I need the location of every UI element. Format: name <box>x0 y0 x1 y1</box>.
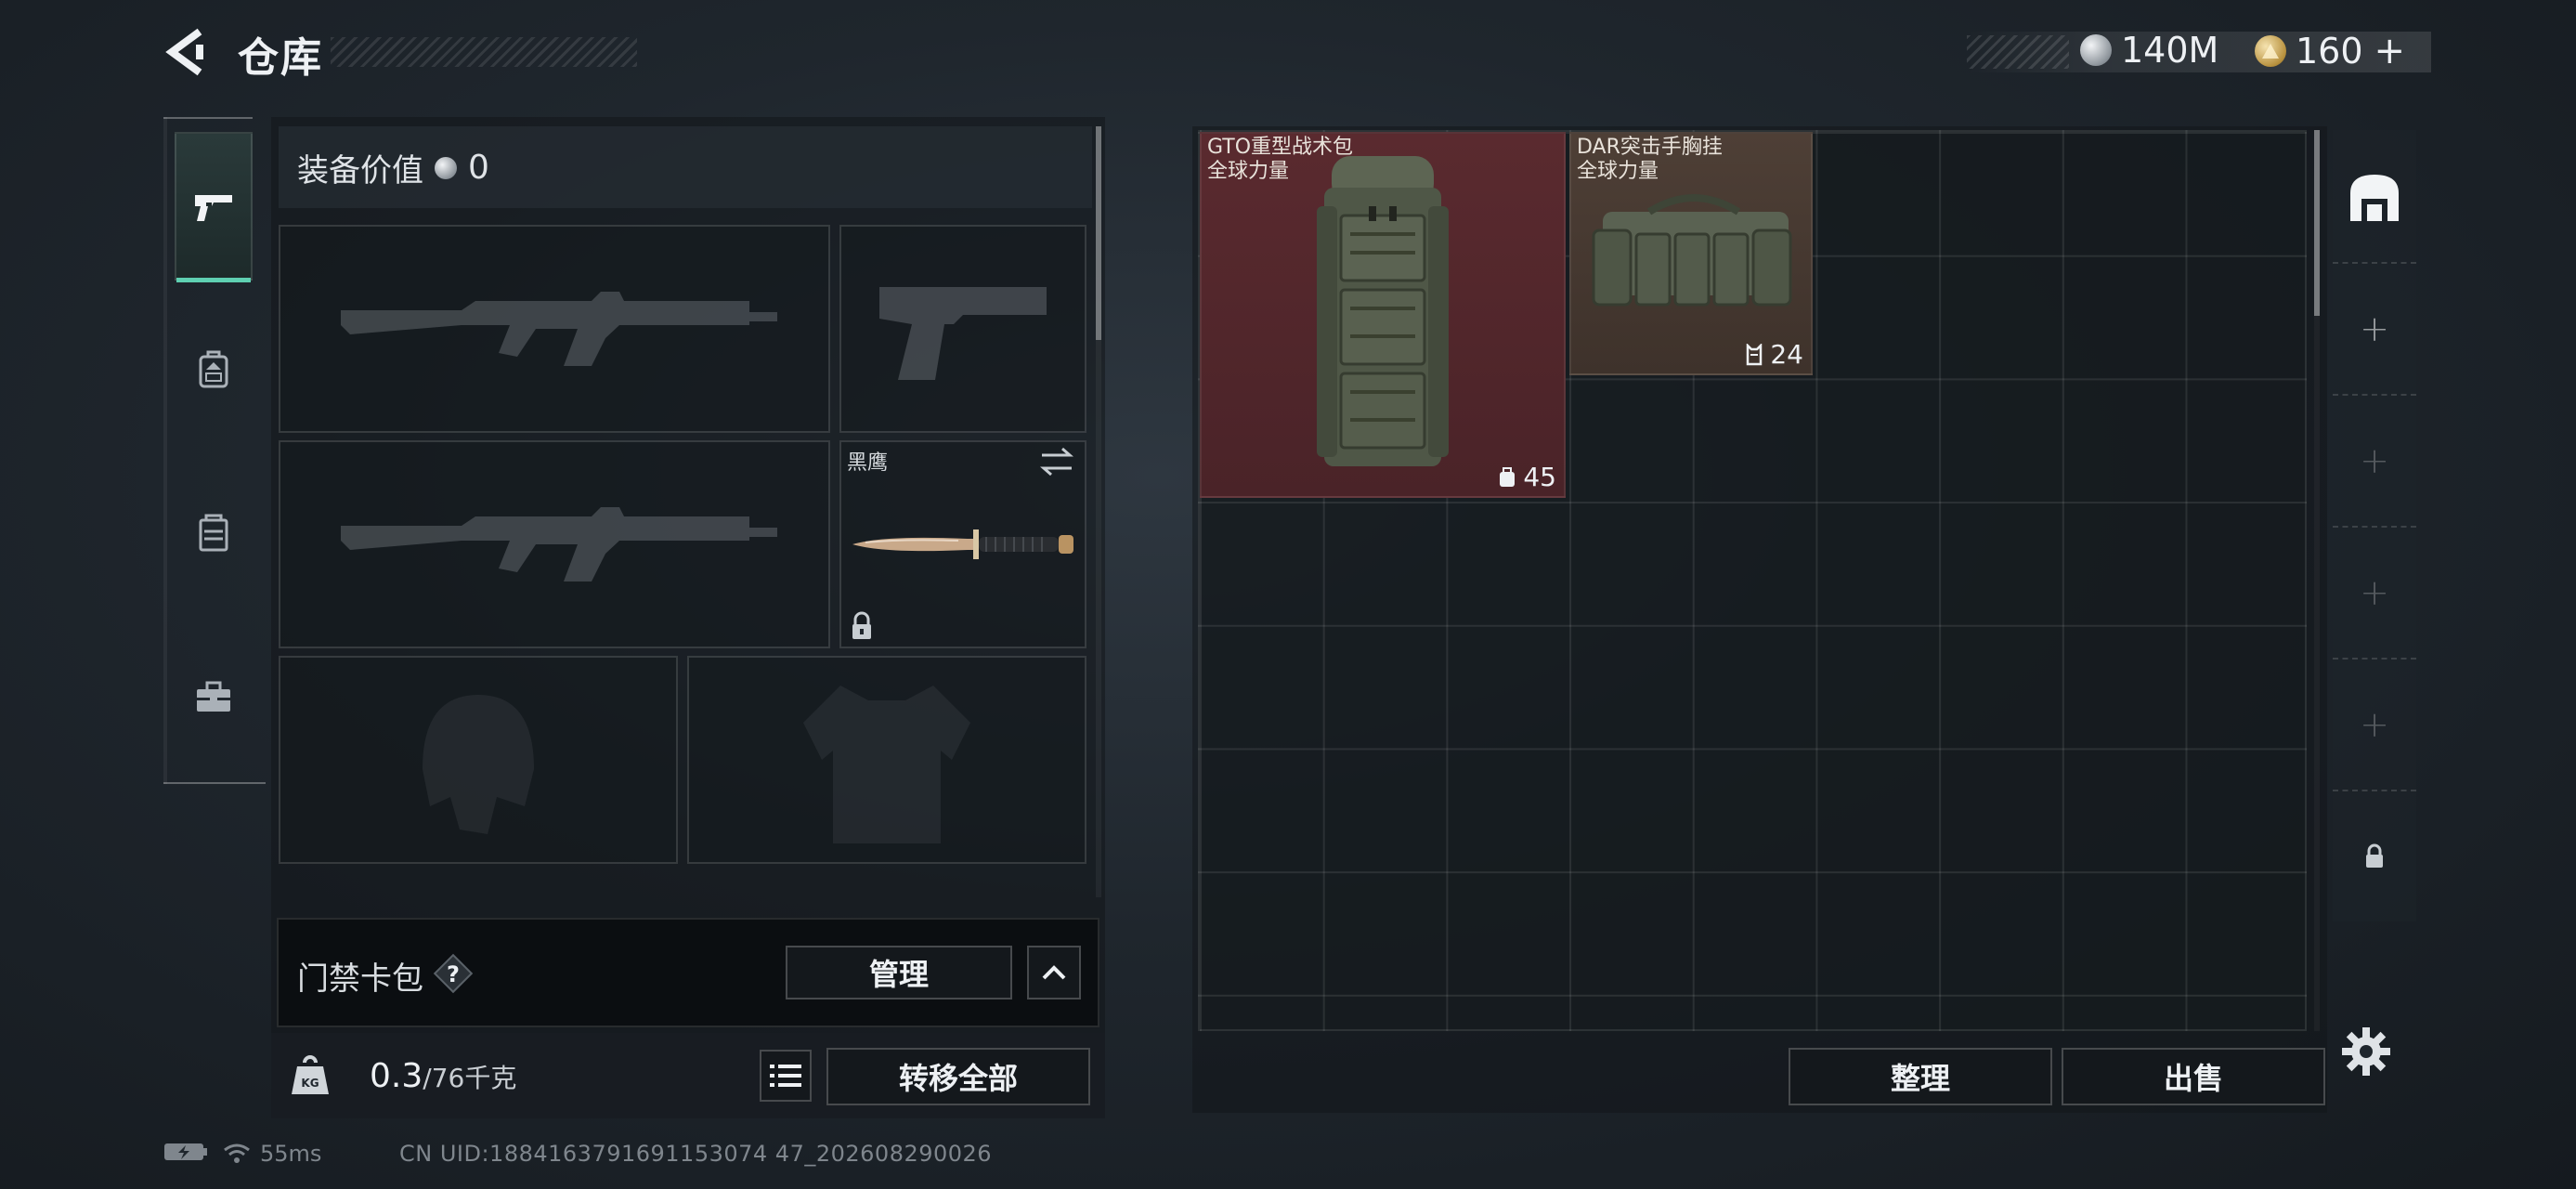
storage-tab-main[interactable] <box>2333 132 2416 262</box>
item-capacity: 45 <box>1497 462 1556 492</box>
backpack-icon <box>199 350 228 388</box>
svg-text:?: ? <box>447 961 460 987</box>
armor-silhouette-icon <box>803 686 970 843</box>
back-arrow-icon <box>165 28 203 76</box>
storage-tab-locked[interactable] <box>2333 791 2416 921</box>
storage-tab-add-4[interactable]: + <box>2333 660 2416 790</box>
battery-icon <box>164 1143 207 1160</box>
access-card-label: 门禁卡包 <box>297 960 423 998</box>
rifle-silhouette-icon <box>341 292 777 366</box>
plus-icon: + <box>2360 440 2389 481</box>
wifi-icon <box>224 1143 250 1163</box>
nav-rail <box>163 117 167 784</box>
help-icon[interactable]: ? <box>433 953 474 994</box>
plus-icon: + <box>2360 704 2389 745</box>
nav-vest[interactable] <box>175 459 253 608</box>
gear-icon <box>2342 1027 2390 1076</box>
backpack-image <box>1317 156 1449 466</box>
nav-divider <box>163 782 266 784</box>
knife-name: 黑鹰 <box>847 451 889 475</box>
sort-button[interactable]: 整理 <box>1789 1048 2052 1105</box>
gold-amount: 160 <box>2296 31 2363 72</box>
sell-button[interactable]: 出售 <box>2062 1048 2325 1105</box>
swap-icon[interactable] <box>1038 446 1075 477</box>
title-stripe-decoration <box>331 37 637 67</box>
equipment-value-label: 装备价值 <box>297 152 423 189</box>
nav-divider <box>163 117 253 119</box>
storage-tab-add-2[interactable]: + <box>2333 396 2416 526</box>
storage-tab-add-3[interactable]: + <box>2333 528 2416 658</box>
currency-stripe-decoration <box>1967 35 2069 69</box>
nav-weapons[interactable] <box>175 132 253 282</box>
item-capacity: 24 <box>1744 339 1803 370</box>
nav-toolbox[interactable] <box>175 622 253 771</box>
item-name: DAR突击手胸挂 全球力量 <box>1577 136 1723 183</box>
home-storage-icon <box>2350 175 2399 221</box>
backpack-capacity-icon <box>1500 466 1516 487</box>
silver-coin-icon <box>435 156 457 179</box>
equipment-value-number: 0 <box>468 149 489 187</box>
settings-button[interactable] <box>2340 1026 2392 1078</box>
pistol-silhouette-icon <box>879 287 1047 380</box>
silver-amount: 140M <box>2121 30 2219 71</box>
nav-backpack[interactable] <box>175 295 253 444</box>
storage-item-backpack[interactable]: GTO重型战术包 全球力量 45 <box>1200 132 1566 498</box>
vest-capacity-icon <box>1747 343 1763 365</box>
helmet-slot[interactable] <box>279 656 678 864</box>
transfer-all-button[interactable]: 转移全部 <box>826 1048 1090 1105</box>
weight-value: 0.3/76千克 <box>370 1057 516 1095</box>
chevron-up-icon <box>1042 965 1066 980</box>
weight-current: 0.3 <box>370 1057 423 1095</box>
equipment-scroll-thumb[interactable] <box>1096 126 1101 340</box>
weight-kg-icon: KG <box>288 1053 332 1098</box>
helmet-silhouette-icon <box>423 695 534 834</box>
storage-item-vest[interactable]: DAR突击手胸挂 全球力量 24 <box>1569 132 1813 375</box>
vest-icon <box>199 514 228 552</box>
armor-slot[interactable] <box>687 656 1086 864</box>
back-button[interactable] <box>162 28 210 76</box>
knife-icon <box>852 529 1073 559</box>
network-status: 55ms <box>223 1141 321 1167</box>
rifle-silhouette-icon <box>341 507 777 581</box>
primary-weapon-slot[interactable] <box>279 225 830 433</box>
plus-icon: + <box>2360 308 2389 349</box>
page-title: 仓库 <box>238 34 323 82</box>
list-icon <box>770 1065 801 1087</box>
vest-image <box>1592 194 1792 307</box>
equipment-value: 装备价值 0 <box>297 145 489 190</box>
silver-currency: 140M <box>2080 30 2218 71</box>
storage-tab-add-1[interactable]: + <box>2333 264 2416 394</box>
weight-max: /76千克 <box>423 1063 517 1093</box>
list-view-button[interactable] <box>760 1050 812 1102</box>
ping-value: 55ms <box>260 1141 322 1167</box>
plus-icon: + <box>2360 572 2389 613</box>
battery-indicator <box>163 1141 208 1163</box>
add-gold-button[interactable]: + <box>2374 30 2406 72</box>
manage-button[interactable]: 管理 <box>786 946 1012 1000</box>
pistol-slot[interactable] <box>839 225 1086 433</box>
secondary-weapon-slot[interactable] <box>279 440 830 648</box>
lock-icon <box>2366 843 2383 868</box>
gold-currency[interactable]: 160 + <box>2255 30 2405 72</box>
silver-coin-icon <box>2080 34 2112 66</box>
gold-coin-icon <box>2255 35 2286 67</box>
user-uid: CN UID:1884163791691153074 47_2026082900… <box>399 1141 993 1167</box>
item-name: GTO重型战术包 全球力量 <box>1207 136 1354 183</box>
lock-icon <box>852 611 871 639</box>
svg-text:KG: KG <box>301 1077 319 1090</box>
collapse-button[interactable] <box>1027 946 1081 1000</box>
storage-scroll-thumb[interactable] <box>2314 130 2320 316</box>
pistol-icon <box>195 195 232 221</box>
toolbox-icon <box>197 681 230 712</box>
